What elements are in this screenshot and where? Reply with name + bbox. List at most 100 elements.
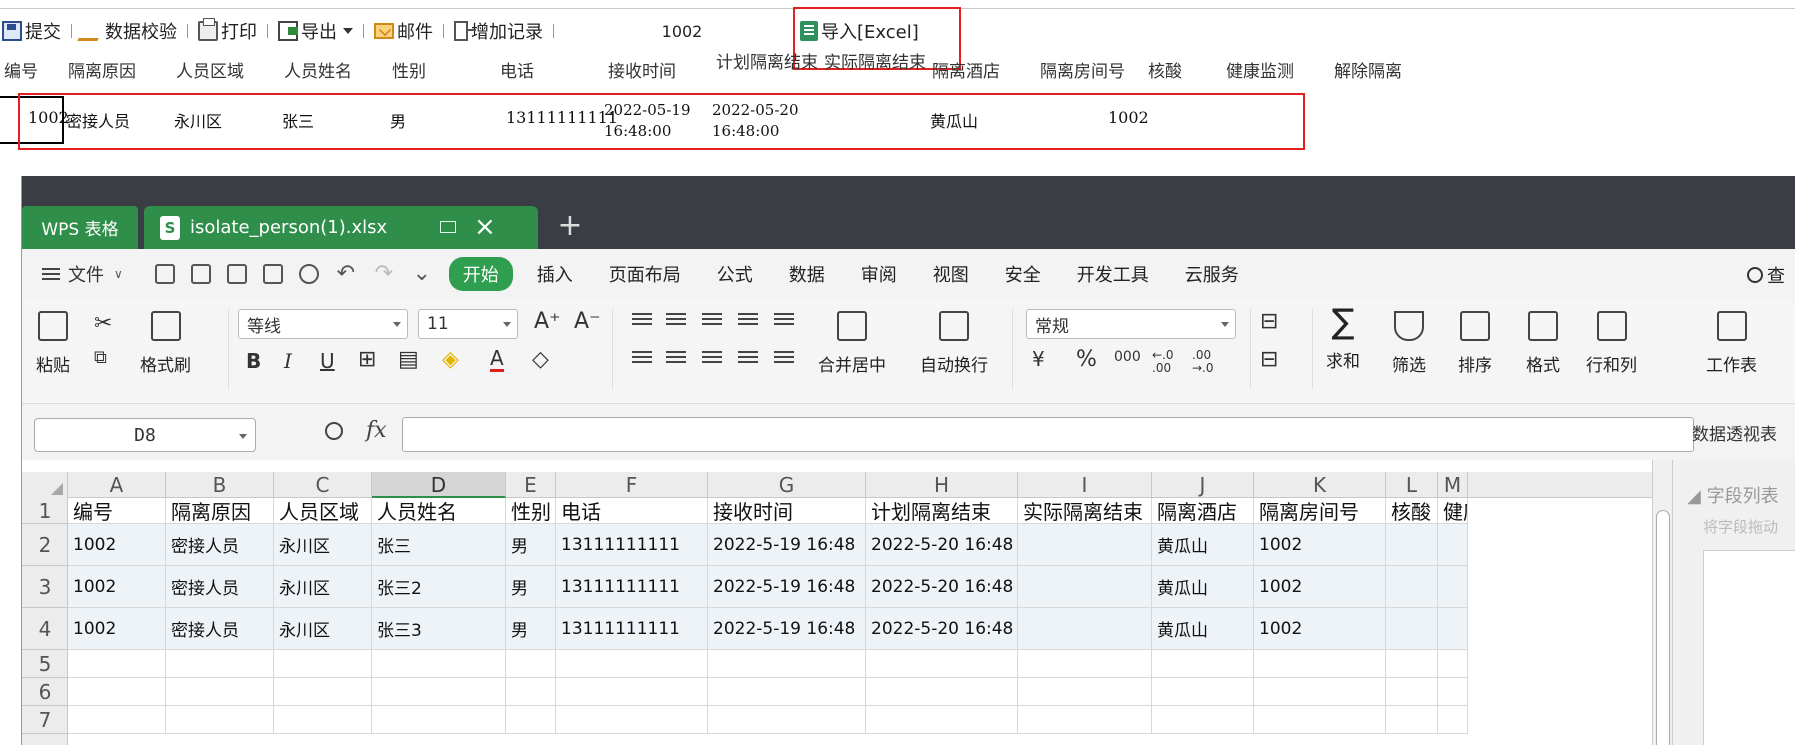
column-header[interactable]: H xyxy=(866,472,1018,498)
sheet-cell[interactable]: 1002 xyxy=(1254,608,1386,650)
tab-cloud[interactable]: 云服务 xyxy=(1167,261,1257,287)
column-header[interactable]: C xyxy=(274,472,372,498)
sheet-cell[interactable]: 密接人员 xyxy=(166,524,274,566)
eraser-icon[interactable]: ◇ xyxy=(532,347,549,372)
sheet-cell[interactable] xyxy=(1438,678,1468,706)
sheet-cell[interactable]: 男 xyxy=(506,524,556,566)
sheet-cell[interactable]: 永川区 xyxy=(274,524,372,566)
align-top-icon[interactable] xyxy=(632,313,652,315)
zoom-search-icon[interactable] xyxy=(325,422,343,440)
sheet-cell[interactable]: 永川区 xyxy=(274,608,372,650)
sheet-cell[interactable]: 13111111111 xyxy=(556,608,708,650)
tab-wps-home[interactable]: WPS 表格 xyxy=(22,206,138,249)
undo-icon[interactable]: ↶ xyxy=(335,263,357,285)
sheet-cell[interactable] xyxy=(1438,706,1468,734)
number-format-select[interactable]: 常规 xyxy=(1026,309,1236,339)
sheet-cell[interactable]: 1002 xyxy=(68,566,166,608)
cell-style-icon[interactable]: ▤ xyxy=(398,347,419,372)
sheet-cell[interactable] xyxy=(1254,706,1386,734)
align-bottom-icon[interactable] xyxy=(702,313,722,315)
row-col-button[interactable]: 行和列 xyxy=(1586,311,1637,376)
sheet-cell[interactable] xyxy=(866,706,1018,734)
sheet-cell[interactable] xyxy=(372,678,506,706)
sheet-cell[interactable] xyxy=(1018,706,1152,734)
column-header[interactable]: K xyxy=(1254,472,1386,498)
sheet-cell[interactable] xyxy=(708,650,866,678)
sheet-cell[interactable] xyxy=(866,650,1018,678)
sheet-cell[interactable]: 1002 xyxy=(68,524,166,566)
sheet-cell[interactable] xyxy=(1386,678,1438,706)
sheet-cell[interactable]: 黄瓜山 xyxy=(1152,608,1254,650)
print-preview-icon[interactable] xyxy=(298,264,319,284)
indent-icon[interactable] xyxy=(774,313,794,315)
sheet-cell[interactable] xyxy=(1152,678,1254,706)
column-header[interactable]: J xyxy=(1152,472,1254,498)
sheet-cell[interactable] xyxy=(556,650,708,678)
sheet-cell[interactable]: 黄瓜山 xyxy=(1152,524,1254,566)
submit-button[interactable]: 提交 xyxy=(0,16,63,46)
cell-grid[interactable]: 编号 隔离原因 人员区域 人员姓名 性别 电话 接收时间 计划隔离结束 实际隔离结束 隔离酒店 隔离… xyxy=(68,498,1652,745)
row-header[interactable]: 7 xyxy=(22,706,68,734)
copy-icon[interactable]: ⧉ xyxy=(94,347,107,368)
add-record-button[interactable]: 增加记录 xyxy=(452,16,545,46)
grow-font-icon[interactable]: A⁺ xyxy=(534,309,561,334)
sheet-cell[interactable] xyxy=(1018,678,1152,706)
column-header[interactable]: E xyxy=(506,472,556,498)
sheet-cell[interactable]: 1002 xyxy=(1254,524,1386,566)
paste-button[interactable]: 粘贴 xyxy=(36,311,70,376)
new-tab-button[interactable]: + xyxy=(540,208,600,243)
tab-home[interactable]: 开始 xyxy=(448,257,513,291)
sheet-cell[interactable] xyxy=(274,650,372,678)
sheet-cell[interactable]: 2022-5-20 16:48 xyxy=(866,566,1018,608)
search-button[interactable]: 查 xyxy=(1747,262,1785,288)
outdent-icon[interactable] xyxy=(738,313,758,315)
sheet-cell[interactable] xyxy=(1438,608,1468,650)
worksheet-button[interactable]: 工作表 xyxy=(1706,311,1757,376)
sheet-header-cell[interactable]: 编号 xyxy=(68,498,166,524)
sheet-cell[interactable]: 13111111111 xyxy=(556,566,708,608)
sort-button[interactable]: 排序 xyxy=(1458,311,1492,376)
sheet-cell[interactable]: 密接人员 xyxy=(166,566,274,608)
sheet-cell[interactable]: 男 xyxy=(506,566,556,608)
table-style-icon[interactable]: ⊟ xyxy=(1260,347,1278,372)
column-header[interactable]: F xyxy=(556,472,708,498)
align-middle-icon[interactable] xyxy=(666,313,686,315)
sheet-cell[interactable] xyxy=(1254,678,1386,706)
sheet-cell[interactable] xyxy=(708,678,866,706)
sheet-cell[interactable] xyxy=(1386,650,1438,678)
customize-chevron-icon[interactable]: ⌄ xyxy=(411,263,433,285)
column-header[interactable]: A xyxy=(68,472,166,498)
sheet-cell[interactable] xyxy=(274,678,372,706)
sheet-cell[interactable] xyxy=(506,650,556,678)
currency-icon[interactable]: ¥ xyxy=(1032,347,1045,371)
italic-icon[interactable]: I xyxy=(284,349,292,373)
sheet-header-cell[interactable]: 人员区域 xyxy=(274,498,372,524)
sheet-cell[interactable] xyxy=(556,678,708,706)
column-header[interactable]: I xyxy=(1018,472,1152,498)
name-box[interactable]: D8 xyxy=(34,418,256,452)
row-header[interactable]: 6 xyxy=(22,678,68,706)
sheet-header-cell[interactable]: 隔离原因 xyxy=(166,498,274,524)
sheet-cell[interactable] xyxy=(1386,524,1438,566)
sheet-cell[interactable] xyxy=(68,650,166,678)
underline-icon[interactable]: U xyxy=(320,349,335,373)
open-folder-icon[interactable] xyxy=(154,264,175,284)
field-list-box[interactable] xyxy=(1703,550,1795,745)
sheet-cell[interactable] xyxy=(166,650,274,678)
align-center-icon[interactable] xyxy=(666,351,686,353)
spreadsheet-grid[interactable]: ABCDEFGHIJKLM 1234567 编号 隔离原因 人员区域 人员姓名 性别 电话… xyxy=(22,460,1652,745)
sheet-cell[interactable]: 男 xyxy=(506,608,556,650)
increase-decimal-icon[interactable]: ←.0 .00 xyxy=(1152,349,1186,375)
sheet-cell[interactable]: 张三 xyxy=(372,524,506,566)
restore-icon[interactable] xyxy=(440,221,456,233)
tab-insert[interactable]: 插入 xyxy=(519,261,591,287)
vertical-scrollbar[interactable] xyxy=(1652,460,1672,745)
sheet-cell[interactable] xyxy=(708,706,866,734)
row-header[interactable]: 4 xyxy=(22,608,68,650)
sheet-cell[interactable] xyxy=(866,678,1018,706)
align-right-icon[interactable] xyxy=(702,351,722,353)
bold-icon[interactable]: B xyxy=(246,349,261,373)
column-header[interactable]: B xyxy=(166,472,274,498)
select-all-corner[interactable] xyxy=(22,472,68,498)
sheet-header-cell[interactable]: 计划隔离结束 xyxy=(866,498,1018,524)
